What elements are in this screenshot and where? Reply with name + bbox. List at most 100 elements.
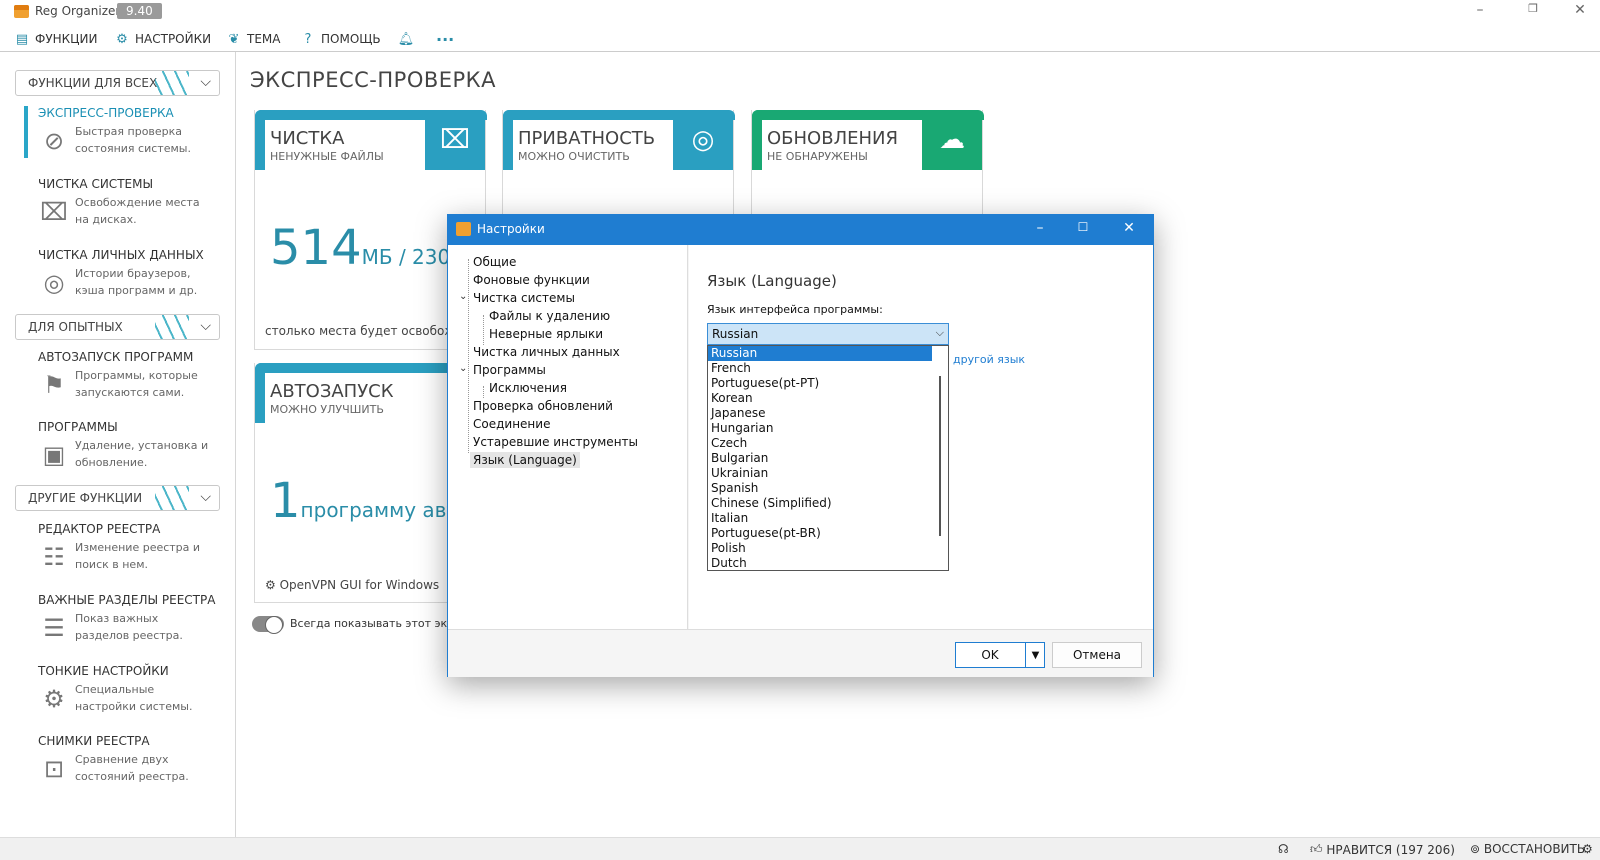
language-option[interactable]: Portuguese(pt-PT) — [708, 376, 932, 391]
ok-label: OK — [981, 648, 999, 662]
sidebar-item-programs[interactable]: ПРОГРАММЫ ▣ Удаление, установка и обновл… — [38, 420, 228, 469]
like-button[interactable]: 👍︎ НРАВИТСЯ (197 206) — [1310, 842, 1455, 857]
chevron-down-icon: ⌵ — [200, 74, 211, 90]
always-show-toggle[interactable] — [252, 616, 284, 634]
language-option[interactable]: Spanish — [708, 481, 932, 496]
sidebar-item-registry-keys[interactable]: ВАЖНЫЕ РАЗДЕЛЫ РЕЕСТРА ☰ Показ важных ра… — [38, 593, 228, 642]
sidebar-item-system-clean[interactable]: ЧИСТКА СИСТЕМЫ ⌧ Освобождение места на д… — [38, 177, 228, 226]
minimize-button[interactable]: – — [1460, 2, 1500, 18]
card-value-number: 1 — [270, 473, 301, 529]
tree-node-files-to-delete[interactable]: Файлы к удалению — [489, 309, 610, 323]
language-option[interactable]: Korean — [708, 391, 932, 406]
more-button[interactable]: ··· — [436, 28, 454, 50]
settings-dialog: Настройки – ☐ ✕ Общие Фоновые функции ⌄ … — [447, 214, 1154, 677]
expand-chevron-icon[interactable]: ⌄ — [459, 363, 467, 374]
dialog-title-bar: Настройки – ☐ ✕ — [448, 215, 1153, 245]
language-option[interactable]: Polish — [708, 541, 932, 556]
panel-title: Язык (Language) — [707, 272, 837, 290]
card-title: ОБНОВЛЕНИЯ — [767, 128, 898, 149]
close-button[interactable]: ✕ — [1560, 2, 1600, 18]
cloud-download-icon: ☁ — [922, 110, 982, 170]
stripes-decoration — [155, 315, 189, 339]
language-select-value: Russian — [712, 327, 759, 341]
tree-node-bad-shortcuts[interactable]: Неверные ярлыки — [489, 327, 603, 341]
tree-node-background[interactable]: Фоновые функции — [473, 273, 590, 287]
language-option[interactable]: Dutch — [708, 556, 932, 570]
status-bar: ☊ 👍︎ НРАВИТСЯ (197 206) ⊚ ВОССТАНОВИТЬ ⚙ — [0, 837, 1600, 860]
expand-chevron-icon[interactable]: ⌄ — [459, 291, 467, 302]
language-option[interactable]: Hungarian — [708, 421, 932, 436]
sidebar-item-title: ПРОГРАММЫ — [38, 420, 118, 434]
like-label: НРАВИТСЯ (197 206) — [1326, 842, 1455, 857]
language-option[interactable]: Czech — [708, 436, 932, 451]
tree-node-programs[interactable]: Программы — [473, 363, 546, 377]
tree-node-connection[interactable]: Соединение — [473, 417, 550, 431]
sidebar-item-startup[interactable]: АВТОЗАПУСК ПРОГРАММ ⚑ Программы, которые… — [38, 350, 228, 399]
sidebar-item-desc: Программы, которые запускаются сами. — [75, 369, 198, 399]
section-header-advanced[interactable]: ДЛЯ ОПЫТНЫХ ⌵ — [15, 314, 220, 340]
sidebar-item-tweaks[interactable]: ТОНКИЕ НАСТРОЙКИ ⚙ Специальные настройки… — [38, 664, 228, 713]
menu-theme[interactable]: ❦ ТЕМА — [226, 28, 281, 50]
menu-settings[interactable]: ⚙ НАСТРОЙКИ — [114, 28, 211, 50]
restore-center-button[interactable]: ⊚ ВОССТАНОВИТЬ — [1470, 842, 1585, 856]
menu-functions[interactable]: ▤ ФУНКЦИИ — [14, 28, 98, 50]
card-footnote-text: OpenVPN GUI for Windows — [279, 578, 440, 592]
registry-editor-icon: ☷ — [43, 543, 65, 571]
tree-node-system-clean[interactable]: Чистка системы — [473, 291, 575, 305]
tree-node-language[interactable]: Язык (Language) — [470, 452, 580, 468]
language-option[interactable]: French — [708, 361, 932, 376]
title-bar: Reg Organizer 9.40 – ❐ ✕ — [0, 0, 1600, 26]
tree-node-legacy-tools[interactable]: Устаревшие инструменты — [473, 435, 638, 449]
cancel-button[interactable]: Отмена — [1052, 642, 1142, 668]
support-icon[interactable]: ☊ — [1278, 842, 1289, 856]
privacy-icon: ◎ — [43, 269, 65, 297]
tree-line — [468, 259, 469, 453]
tree-node-update-check[interactable]: Проверка обновлений — [473, 399, 613, 413]
language-option[interactable]: Italian — [708, 511, 932, 526]
dropdown-scrollbar[interactable] — [932, 346, 948, 570]
sidebar-item-registry-editor[interactable]: РЕДАКТОР РЕЕСТРА ☷ Изменение реестра и п… — [38, 522, 228, 571]
card-value-number: 514 — [270, 220, 362, 276]
language-option[interactable]: Bulgarian — [708, 451, 932, 466]
dialog-close-button[interactable]: ✕ — [1114, 220, 1144, 236]
chevron-down-icon: ⌵ — [935, 326, 944, 339]
tweaks-icon: ⚙ — [43, 685, 65, 713]
sidebar-item-snapshots[interactable]: СНИМКИ РЕЕСТРА ⊡ Сравнение двух состояни… — [38, 734, 228, 783]
notifications-button[interactable]: 🔔︎ — [398, 28, 419, 50]
card-title: ПРИВАТНОСТЬ — [518, 128, 656, 149]
restore-button[interactable]: ❐ — [1513, 2, 1553, 15]
chevron-down-icon: ⌵ — [200, 318, 211, 334]
card-privacy[interactable]: ПРИВАТНОСТЬ МОЖНО ОЧИСТИТЬ ◎ — [502, 110, 735, 220]
language-option[interactable]: Russian — [708, 346, 932, 361]
other-language-link[interactable]: другой язык — [953, 353, 1025, 366]
menu-help[interactable]: ? ПОМОЩЬ — [300, 28, 381, 50]
sidebar-item-title: ВАЖНЫЕ РАЗДЕЛЫ РЕЕСТРА — [38, 593, 216, 607]
language-option[interactable]: Japanese — [708, 406, 932, 421]
tree-node-privacy-clean[interactable]: Чистка личных данных — [473, 345, 620, 359]
language-option[interactable]: Chinese (Simplified) — [708, 496, 932, 511]
dialog-maximize-button[interactable]: ☐ — [1068, 220, 1098, 234]
app-title: Reg Organizer — [35, 4, 121, 18]
sidebar: ФУНКЦИИ ДЛЯ ВСЕХ ⌵ ЭКСПРЕСС-ПРОВЕРКА ⊘ Б… — [0, 52, 236, 837]
sidebar-item-express-check[interactable]: ЭКСПРЕСС-ПРОВЕРКА ⊘ Быстрая проверка сос… — [38, 106, 228, 155]
sidebar-item-title: ТОНКИЕ НАСТРОЙКИ — [38, 664, 169, 678]
tree-node-exclusions[interactable]: Исключения — [489, 381, 567, 395]
card-updates[interactable]: ОБНОВЛЕНИЯ НЕ ОБНАРУЖЕНЫ ☁ — [751, 110, 984, 220]
dialog-minimize-button[interactable]: – — [1025, 220, 1055, 236]
card-footnote: столько места будет освобожде — [265, 324, 471, 338]
language-select[interactable]: Russian ⌵ — [707, 323, 949, 345]
tree-node-general[interactable]: Общие — [473, 255, 516, 269]
scrollbar-thumb[interactable] — [939, 376, 941, 536]
settings-icon[interactable]: ⚙ — [1582, 842, 1593, 856]
language-option[interactable]: Portuguese(pt-BR) — [708, 526, 932, 541]
section-header-all[interactable]: ФУНКЦИИ ДЛЯ ВСЕХ ⌵ — [15, 70, 220, 96]
registry-keys-icon: ☰ — [43, 614, 65, 642]
sidebar-item-desc: Показ важных разделов реестра. — [75, 612, 183, 642]
sidebar-item-privacy-clean[interactable]: ЧИСТКА ЛИЧНЫХ ДАННЫХ ◎ Истории браузеров… — [38, 248, 228, 297]
section-header-other[interactable]: ДРУГИЕ ФУНКЦИИ ⌵ — [15, 485, 220, 511]
ok-split-arrow-icon[interactable]: ▼ — [1025, 642, 1045, 668]
language-option[interactable]: Ukrainian — [708, 466, 932, 481]
broom-icon: ⌧ — [40, 198, 68, 226]
card-subtitle: МОЖНО ОЧИСТИТЬ — [518, 150, 630, 163]
app-logo — [456, 222, 471, 236]
